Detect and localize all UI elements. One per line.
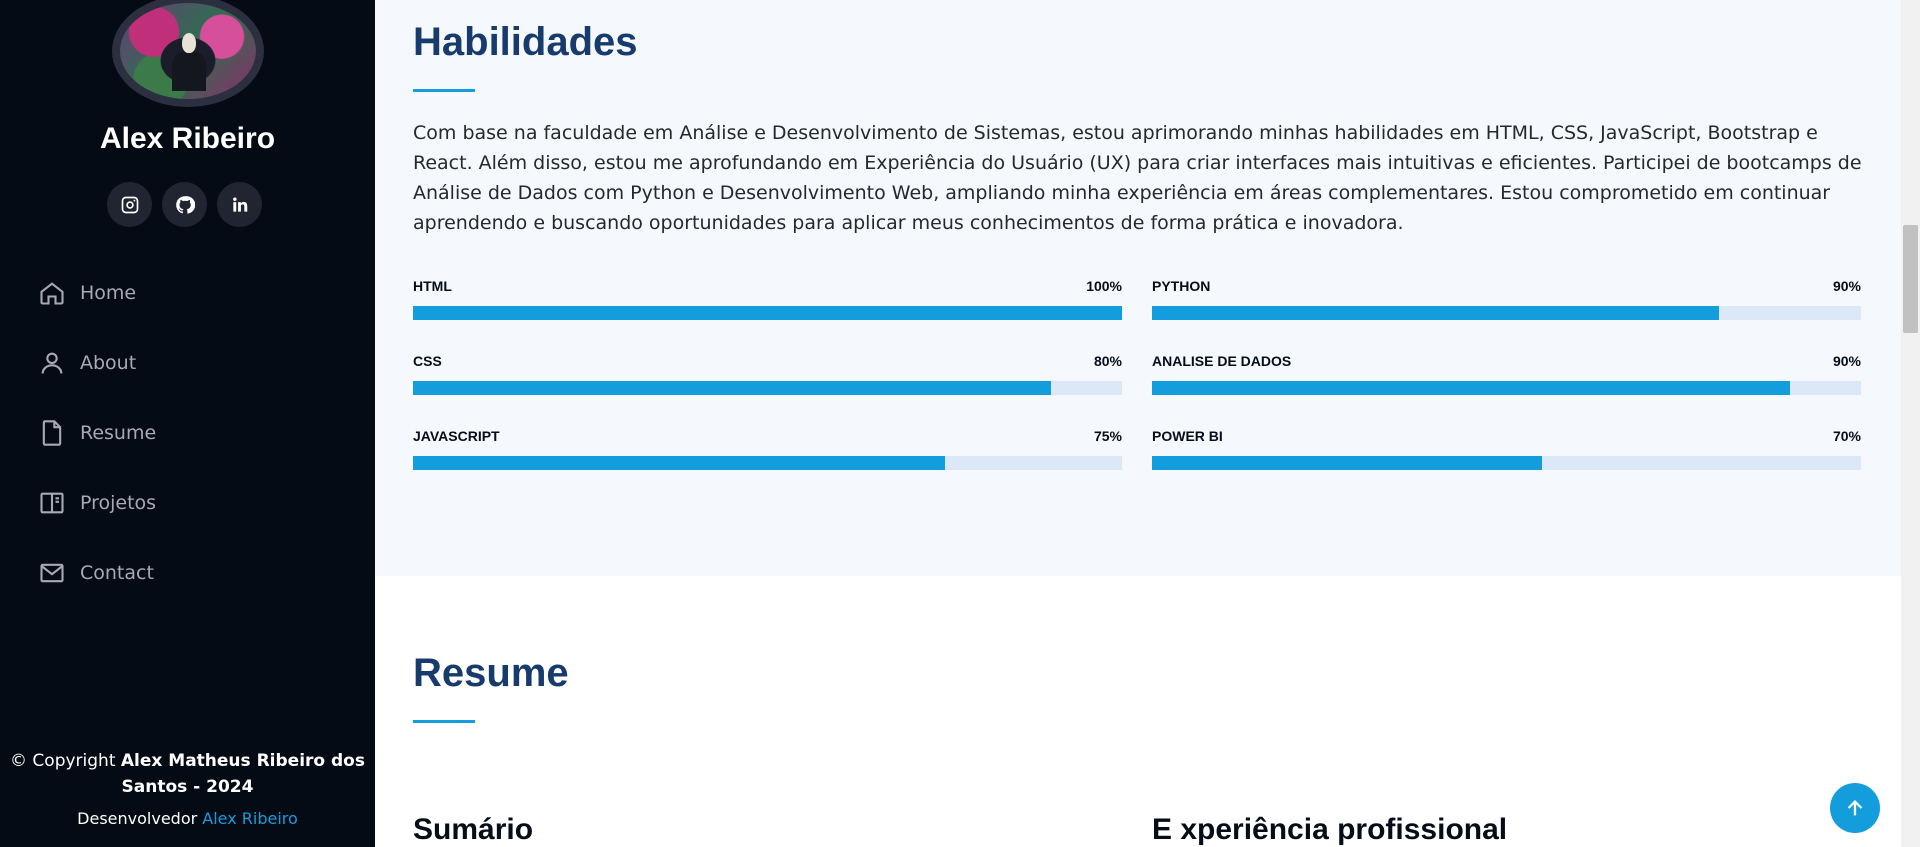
skill-name: CSS (413, 353, 442, 369)
nav-item-about[interactable]: About (38, 345, 156, 381)
nav-item-resume[interactable]: Resume (38, 415, 156, 451)
skill-progress-track (413, 456, 1122, 470)
back-to-top-button[interactable] (1830, 783, 1880, 833)
user-icon (41, 352, 63, 374)
profile-name: Alex Ribeiro (99, 122, 276, 155)
skills-title: Habilidades (413, 20, 638, 64)
avatar (112, 0, 264, 107)
resume-title-underline (413, 720, 475, 723)
github-icon (175, 195, 195, 214)
skill-item: JAVASCRIPT 75% (413, 428, 1122, 503)
envelope-icon (40, 563, 64, 583)
skill-name: JAVASCRIPT (413, 428, 500, 444)
nav-item-contact[interactable]: Contact (38, 555, 156, 591)
file-icon (42, 420, 62, 446)
skill-progress-track (413, 381, 1122, 395)
instagram-icon (121, 196, 138, 213)
skill-percent: 70% (1832, 428, 1861, 444)
skill-percent: 80% (1093, 353, 1122, 369)
skill-percent: 100% (1086, 278, 1122, 294)
skill-progress-track (413, 306, 1122, 320)
skill-item: HTML 100% (413, 278, 1122, 353)
summary-title: Sumário (413, 813, 534, 846)
skill-percent: 90% (1832, 278, 1861, 294)
github-link[interactable] (162, 182, 207, 227)
nav-item-label: Projetos (80, 492, 157, 514)
nav-item-label: Home (80, 282, 137, 304)
skill-progress-fill (413, 456, 945, 470)
skill-progress-fill (1152, 456, 1542, 470)
linkedin-link[interactable] (217, 182, 262, 227)
skill-progress-fill (413, 381, 1052, 395)
social-links (107, 182, 262, 227)
skill-name: POWER BI (1152, 428, 1223, 444)
skill-item: CSS 80% (413, 353, 1122, 428)
instagram-link[interactable] (107, 182, 152, 227)
copyright: © Copyright Alex Matheus Ribeiro dos San… (0, 748, 375, 800)
copyright-prefix: © Copyright (10, 751, 121, 771)
nav-item-projetos[interactable]: Projetos (38, 485, 156, 521)
resume-title: Resume (413, 651, 569, 695)
arrow-up-icon (1847, 799, 1863, 816)
scrollbar-thumb[interactable] (1903, 225, 1918, 333)
skill-name: HTML (413, 278, 452, 294)
page-scrollbar[interactable] (1901, 0, 1920, 847)
skill-progress-fill (1152, 306, 1720, 320)
skill-name: PYTHON (1152, 278, 1211, 294)
skill-item: PYTHON 90% (1152, 278, 1861, 353)
skill-percent: 90% (1832, 353, 1861, 369)
nav-item-label: Resume (80, 422, 157, 444)
skill-progress-track (1152, 306, 1861, 320)
skills-intro: Com base na faculdade em Análise e Desen… (413, 122, 1862, 234)
skill-item: POWER BI 70% (1152, 428, 1861, 503)
credits-link[interactable]: Alex Ribeiro (202, 809, 298, 828)
skill-percent: 75% (1093, 428, 1122, 444)
skill-progress-fill (413, 306, 1122, 320)
skill-progress-track (1152, 456, 1861, 470)
skill-progress-track (1152, 381, 1861, 395)
skill-name: ANALISE DE DADOS (1152, 353, 1292, 369)
resume-section (375, 576, 1901, 847)
skill-progress-fill (1152, 381, 1791, 395)
credits: Desenvolvedor Alex Ribeiro (0, 806, 375, 832)
copyright-name: Alex Matheus Ribeiro dos Santos - 2024 (120, 751, 365, 797)
skills-title-underline (413, 89, 475, 92)
nav-item-home[interactable]: Home (38, 275, 156, 311)
sidebar: Alex Ribeiro Home About Resume Projetos (0, 0, 375, 847)
home-icon (40, 282, 64, 305)
sidebar-footer: © Copyright Alex Matheus Ribeiro dos San… (0, 748, 375, 832)
skill-item: ANALISE DE DADOS 90% (1152, 353, 1861, 428)
nav-item-label: Contact (80, 562, 154, 584)
book-icon (40, 492, 64, 514)
credits-prefix: Desenvolvedor (77, 809, 203, 828)
linkedin-icon (232, 197, 247, 212)
nav-item-label: About (80, 352, 137, 374)
sidebar-nav: Home About Resume Projetos Contact (38, 275, 156, 625)
experience-title: E xperiência profissional (1152, 813, 1508, 846)
skills-grid: HTML 100% PYTHON 90% CSS 80% ANALISE DE DAD… (413, 278, 1863, 503)
